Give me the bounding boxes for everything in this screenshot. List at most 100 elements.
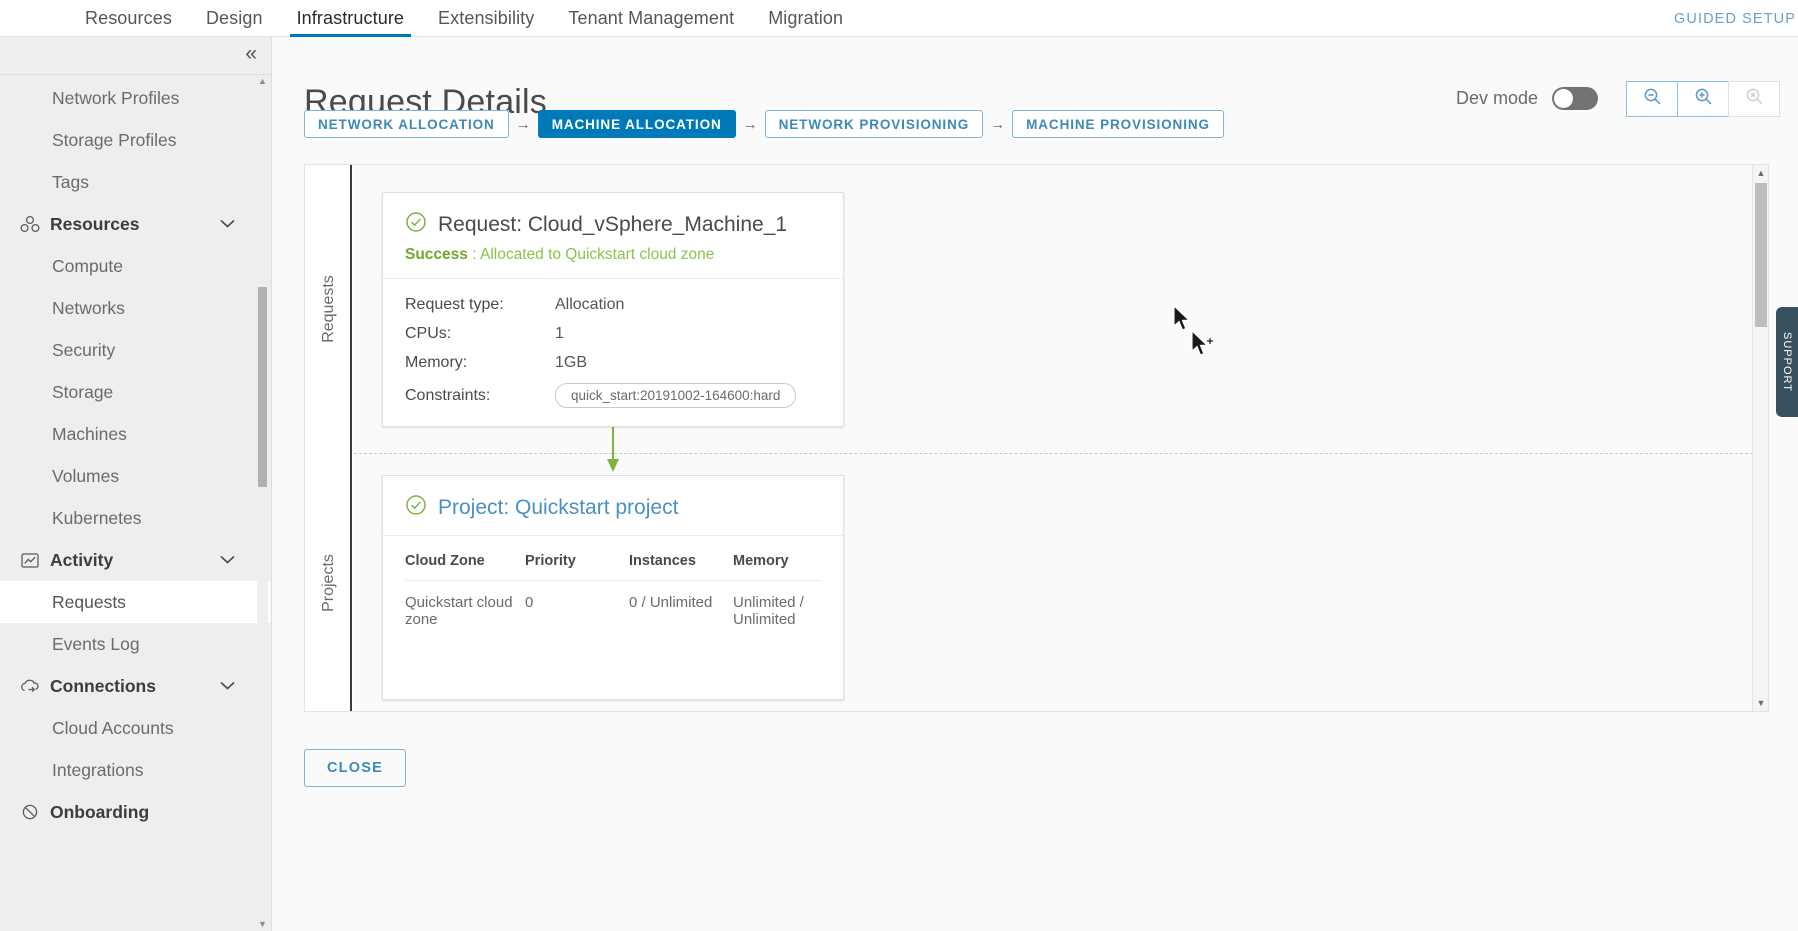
sidebar-item-label: Security xyxy=(52,339,116,360)
sidebar-item-tags[interactable]: Tags xyxy=(0,161,271,203)
collapse-sidebar-icon[interactable]: « xyxy=(245,43,257,65)
sidebar-item-network-profiles[interactable]: Network Profiles xyxy=(0,77,271,119)
project-node-header: Project: Quickstart project xyxy=(383,476,843,535)
main-content: Request Details Dev mode NETWORK ALLOCAT… xyxy=(273,37,1798,931)
sidebar-item-label: Volumes xyxy=(52,465,120,486)
sidebar-scrollbar[interactable]: ▲ ▼ xyxy=(257,75,268,931)
cell-priority: 0 xyxy=(525,594,534,611)
sidebar-group-onboarding[interactable]: Onboarding xyxy=(0,791,271,833)
swimlane-divider xyxy=(354,453,1768,454)
resources-icon xyxy=(18,214,42,234)
zoom-reset-button[interactable] xyxy=(1728,81,1780,117)
zoom-reset-icon xyxy=(1745,87,1764,111)
diagram-canvas[interactable]: Request: Cloud_vSphere_Machine_1 Success… xyxy=(354,165,1768,711)
detail-key: CPUs: xyxy=(405,325,452,342)
nav-tab-design[interactable]: Design xyxy=(189,0,280,37)
scroll-down-arrow-icon[interactable]: ▼ xyxy=(1753,695,1768,711)
column-header-instances: Instances xyxy=(629,553,733,581)
scroll-down-arrow-icon[interactable]: ▼ xyxy=(257,918,268,931)
cell-instances: 0 / Unlimited xyxy=(629,594,713,611)
sidebar-item-storage[interactable]: Storage xyxy=(0,371,271,413)
sidebar-menu: Network Profiles Storage Profiles Tags R… xyxy=(0,75,271,833)
sidebar-item-label: Integrations xyxy=(52,759,144,780)
step-arrow-icon: → xyxy=(515,115,531,133)
request-node-title: Request: Cloud_vSphere_Machine_1 xyxy=(438,212,788,236)
guided-setup-link[interactable]: GUIDED SETUP xyxy=(1674,0,1798,37)
zoom-in-button[interactable] xyxy=(1677,81,1729,117)
sidebar-scrollbar-thumb[interactable] xyxy=(258,287,267,487)
project-node-table-wrap: Cloud Zone Priority Instances Memory Qui… xyxy=(383,536,843,647)
sidebar-item-events-log[interactable]: Events Log xyxy=(0,623,271,665)
sidebar-group-label: Onboarding xyxy=(50,801,150,822)
detail-key: Memory: xyxy=(405,354,468,371)
sidebar-item-machines[interactable]: Machines xyxy=(0,413,271,455)
swimlane-label-requests: Requests xyxy=(305,165,352,453)
step-label: MACHINE PROVISIONING xyxy=(1026,116,1210,132)
sidebar-item-compute[interactable]: Compute xyxy=(0,245,271,287)
sidebar-item-label: Compute xyxy=(52,255,124,276)
scroll-up-arrow-icon[interactable]: ▲ xyxy=(1753,165,1768,181)
step-machine-allocation[interactable]: MACHINE ALLOCATION xyxy=(537,110,736,138)
project-quota-table: Cloud Zone Priority Instances Memory Qui… xyxy=(405,553,821,629)
step-arrow-icon: → xyxy=(742,115,758,133)
table-header-row: Cloud Zone Priority Instances Memory xyxy=(405,553,821,581)
sidebar-item-label: Network Profiles xyxy=(52,87,180,108)
nav-tab-migration[interactable]: Migration xyxy=(751,0,860,37)
sidebar-item-kubernetes[interactable]: Kubernetes xyxy=(0,497,271,539)
nav-tab-tenant-management[interactable]: Tenant Management xyxy=(551,0,751,37)
step-label: NETWORK PROVISIONING xyxy=(778,116,970,132)
detail-row-cpus: CPUs: 1 xyxy=(405,325,821,343)
step-machine-provisioning[interactable]: MACHINE PROVISIONING xyxy=(1012,110,1224,138)
scroll-up-arrow-icon[interactable]: ▲ xyxy=(257,75,268,88)
sidebar-item-label: Requests xyxy=(52,591,126,612)
step-network-allocation[interactable]: NETWORK ALLOCATION xyxy=(304,110,509,138)
sidebar-group-activity[interactable]: Activity xyxy=(0,539,271,581)
chevron-down-icon[interactable] xyxy=(220,679,235,694)
swimlane-label-projects: Projects xyxy=(305,453,352,711)
chevron-down-icon[interactable] xyxy=(220,553,235,568)
sidebar-item-security[interactable]: Security xyxy=(0,329,271,371)
sidebar-item-networks[interactable]: Networks xyxy=(0,287,271,329)
project-node-card[interactable]: Project: Quickstart project Cloud Zone P… xyxy=(382,475,844,700)
project-node-title[interactable]: Project: Quickstart project xyxy=(438,496,678,520)
request-status-text: Allocated to Quickstart cloud zone xyxy=(480,246,715,263)
success-check-icon xyxy=(405,494,427,521)
constraint-tag[interactable]: quick_start:20191002-164600:hard xyxy=(555,383,797,408)
success-check-icon xyxy=(405,211,427,238)
nav-tab-resources[interactable]: Resources xyxy=(68,0,189,37)
support-tab-label: SUPPORT xyxy=(1781,332,1794,392)
sidebar-item-requests[interactable]: Requests xyxy=(0,581,271,623)
cell-memory: Unlimited / Unlimited xyxy=(733,594,804,629)
sidebar-item-cloud-accounts[interactable]: Cloud Accounts xyxy=(0,707,271,749)
nav-tab-infrastructure[interactable]: Infrastructure xyxy=(280,0,421,37)
step-network-provisioning[interactable]: NETWORK PROVISIONING xyxy=(764,110,984,138)
nav-tab-extensibility[interactable]: Extensibility xyxy=(421,0,551,37)
workflow-step-bar: NETWORK ALLOCATION → MACHINE ALLOCATION … xyxy=(304,110,1224,138)
dev-mode-toggle[interactable] xyxy=(1552,87,1598,110)
sidebar-item-integrations[interactable]: Integrations xyxy=(0,749,271,791)
left-sidebar: « Network Profiles Storage Profiles Tags… xyxy=(0,37,272,931)
sidebar-item-label: Networks xyxy=(52,297,125,318)
close-button[interactable]: CLOSE xyxy=(304,749,406,787)
zoom-controls xyxy=(1626,81,1780,117)
sidebar-group-connections[interactable]: Connections xyxy=(0,665,271,707)
detail-key: Request type: xyxy=(405,296,504,313)
request-status-word: Success xyxy=(405,246,468,263)
support-tab[interactable]: SUPPORT xyxy=(1776,307,1798,417)
request-node-card[interactable]: Request: Cloud_vSphere_Machine_1 Success… xyxy=(382,192,844,427)
detail-value: 1GB xyxy=(555,354,588,371)
diagram-scrollbar[interactable]: ▲ ▼ xyxy=(1752,165,1768,711)
detail-value: Allocation xyxy=(555,296,625,313)
detail-value: 1 xyxy=(555,325,564,342)
sidebar-group-resources[interactable]: Resources xyxy=(0,203,271,245)
zoom-out-button[interactable] xyxy=(1626,81,1678,117)
cell-cloud-zone: Quickstart cloud zone xyxy=(405,594,513,629)
nav-tab-label: Resources xyxy=(85,8,172,28)
sidebar-item-volumes[interactable]: Volumes xyxy=(0,455,271,497)
zoom-in-icon xyxy=(1694,87,1713,111)
sidebar-item-storage-profiles[interactable]: Storage Profiles xyxy=(0,119,271,161)
diagram-scrollbar-thumb[interactable] xyxy=(1755,183,1767,327)
sidebar-header: « xyxy=(0,37,271,75)
nav-tab-label: Tenant Management xyxy=(568,8,735,28)
chevron-down-icon[interactable] xyxy=(220,217,235,232)
